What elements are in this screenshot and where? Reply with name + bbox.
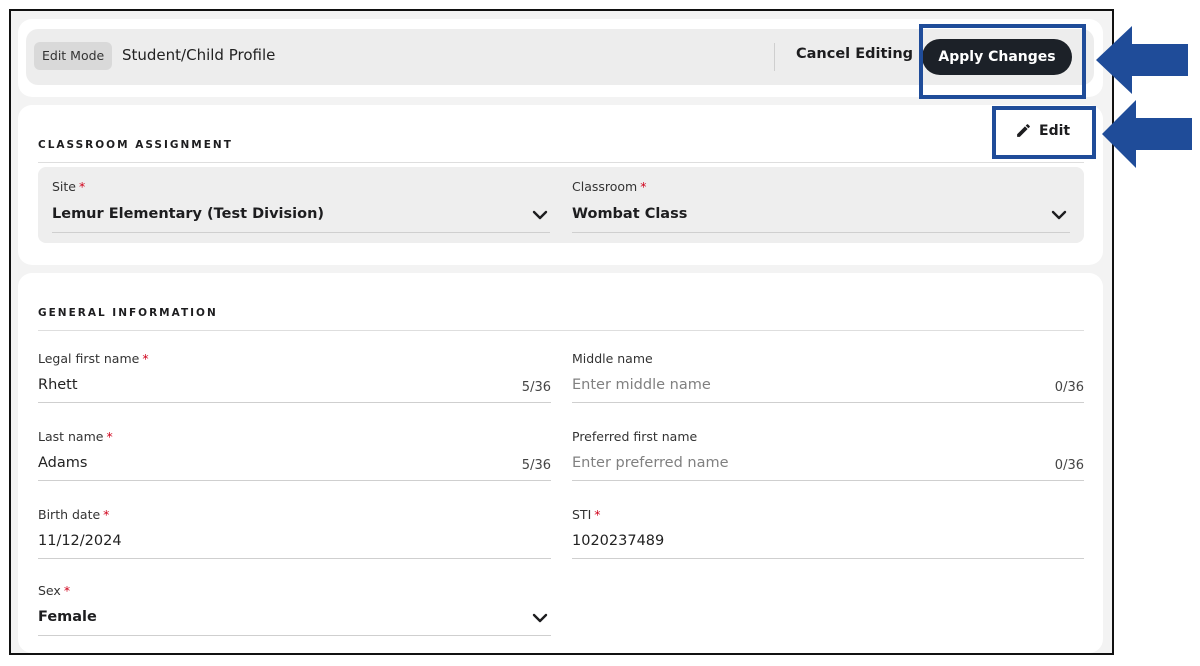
last-name-label: Last name * [38,429,113,444]
classroom-assignment-section: CLASSROOM ASSIGNMENT Site * Lemur Element… [18,105,1103,265]
input-underline [38,402,551,403]
legal-first-name-label: Legal first name * [38,351,149,366]
required-marker: * [106,429,113,444]
input-underline [572,558,1084,559]
general-information-section: GENERAL INFORMATION Legal first name * Rh… [18,273,1103,653]
char-counter: 0/36 [1054,458,1084,473]
input-underline [38,480,551,481]
edit-mode-badge: Edit Mode [34,42,113,70]
sti-input[interactable]: 1020237489 [572,533,664,549]
required-marker: * [79,179,86,194]
sti-label: STI * [572,507,601,522]
select-underline [38,635,551,636]
birth-date-label: Birth date * [38,507,110,522]
input-underline [38,558,551,559]
section-title-general: GENERAL INFORMATION [38,307,218,319]
section-divider [38,162,1084,163]
classroom-label: Classroom * [572,179,647,194]
required-marker: * [640,179,647,194]
middle-name-label: Middle name [572,351,653,366]
middle-name-input[interactable]: Enter middle name [572,377,711,393]
highlight-box-edit [992,106,1096,159]
cancel-editing-button[interactable]: Cancel Editing [796,46,913,62]
highlight-box-apply [919,24,1086,99]
app-window: Edit Mode Student/Child Profile Cancel E… [9,9,1114,655]
site-select[interactable]: Lemur Elementary (Test Division) [52,206,324,222]
char-counter: 5/36 [521,380,551,395]
legal-first-name-input[interactable]: Rhett [38,377,78,393]
section-title-classroom: CLASSROOM ASSIGNMENT [38,139,233,151]
birth-date-input[interactable]: 11/12/2024 [38,533,122,549]
required-marker: * [594,507,601,522]
chevron-down-icon[interactable] [532,613,548,623]
arrow-left-icon [1096,26,1188,94]
required-marker: * [142,351,149,366]
char-counter: 0/36 [1054,380,1084,395]
preferred-first-name-input[interactable]: Enter preferred name [572,455,729,471]
section-divider [38,330,1084,331]
site-label: Site * [52,179,86,194]
sex-select[interactable]: Female [38,609,97,625]
assignment-panel: Site * Lemur Elementary (Test Division) C… [38,167,1084,243]
preferred-first-name-label: Preferred first name [572,429,698,444]
site-underline [52,232,550,233]
sex-label: Sex * [38,583,71,598]
input-underline [572,402,1084,403]
classroom-underline [572,232,1070,233]
last-name-input[interactable]: Adams [38,455,87,471]
char-counter: 5/36 [521,458,551,473]
required-marker: * [103,507,110,522]
chevron-down-icon[interactable] [1051,210,1067,220]
classroom-select[interactable]: Wombat Class [572,206,687,222]
page-title: Student/Child Profile [122,46,276,64]
arrow-left-icon [1102,100,1192,168]
required-marker: * [63,583,71,598]
toolbar-divider [774,43,775,71]
chevron-down-icon[interactable] [532,210,548,220]
input-underline [572,480,1084,481]
